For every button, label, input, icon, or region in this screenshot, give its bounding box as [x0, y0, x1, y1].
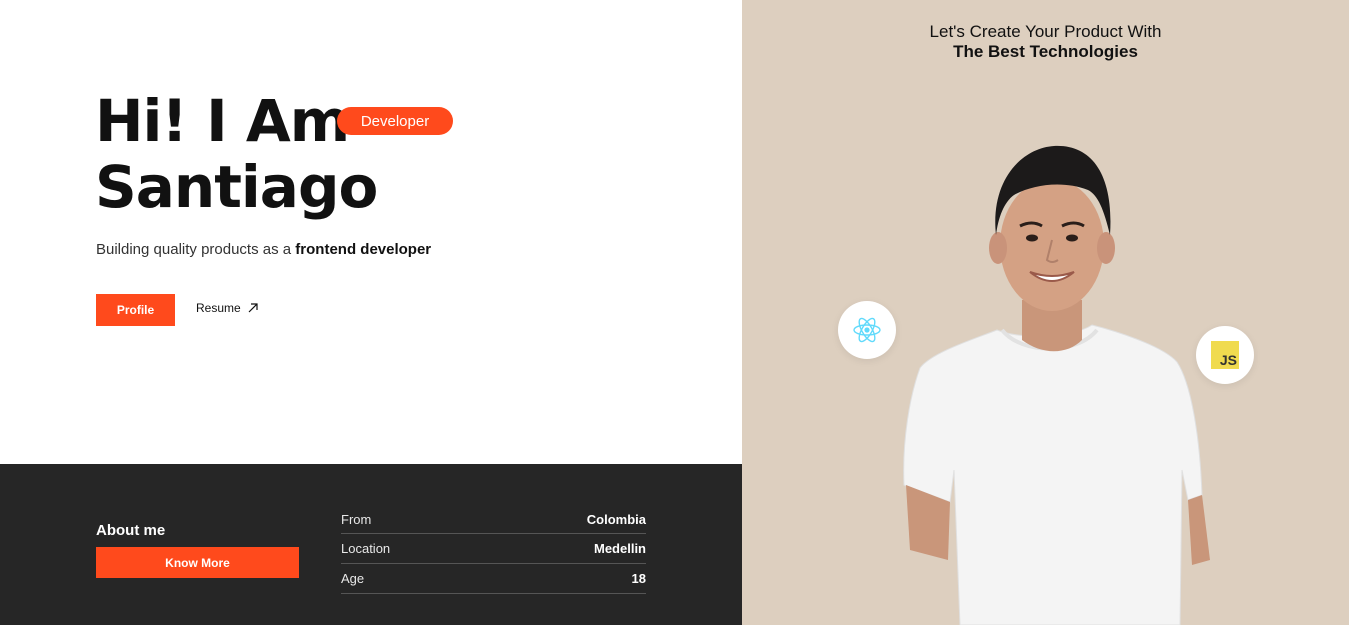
hero-subtitle: Building quality products as a frontend … [96, 241, 431, 258]
info-label: From [341, 511, 372, 527]
resume-link[interactable]: Resume [196, 301, 259, 315]
showcase-panel: Let's Create Your Product With The Best … [742, 0, 1349, 625]
info-row-from: From Colombia [341, 505, 646, 534]
know-more-button[interactable]: Know More [96, 547, 299, 578]
info-value: Colombia [586, 511, 646, 527]
info-row-location: Location Medellin [341, 534, 646, 564]
showcase-heading-line2: The Best Technologies [953, 42, 1138, 61]
info-table: From Colombia Location Medellin Age 18 [341, 505, 646, 594]
arrow-up-right-icon [248, 303, 258, 313]
hero-title: Hi! I Am Santiago [95, 87, 378, 221]
role-badge: Developer [337, 107, 453, 135]
react-icon [853, 317, 881, 343]
hero-title-line2: Santiago [95, 153, 378, 221]
subtitle-emphasis: frontend developer [295, 241, 432, 258]
info-label: Age [341, 571, 365, 586]
about-title: About me [96, 522, 166, 539]
profile-button[interactable]: Profile [96, 294, 175, 326]
javascript-bubble: JS [1196, 326, 1254, 384]
info-value: 18 [631, 571, 646, 586]
resume-link-label: Resume [196, 301, 241, 315]
info-label: Location [341, 541, 391, 556]
javascript-icon: JS [1211, 341, 1239, 369]
hero-section: Hi! I Am Santiago Developer Building qua… [0, 0, 742, 464]
info-value: Medellin [593, 541, 646, 556]
react-bubble [838, 301, 896, 359]
portrait-photo [903, 145, 1210, 625]
showcase-heading: Let's Create Your Product With The Best … [742, 22, 1349, 62]
info-row-age: Age 18 [341, 564, 646, 594]
hero-title-line1: Hi! I Am [95, 87, 350, 155]
showcase-heading-line1: Let's Create Your Product With [929, 22, 1162, 41]
subtitle-prefix: Building quality products as a [96, 241, 296, 258]
